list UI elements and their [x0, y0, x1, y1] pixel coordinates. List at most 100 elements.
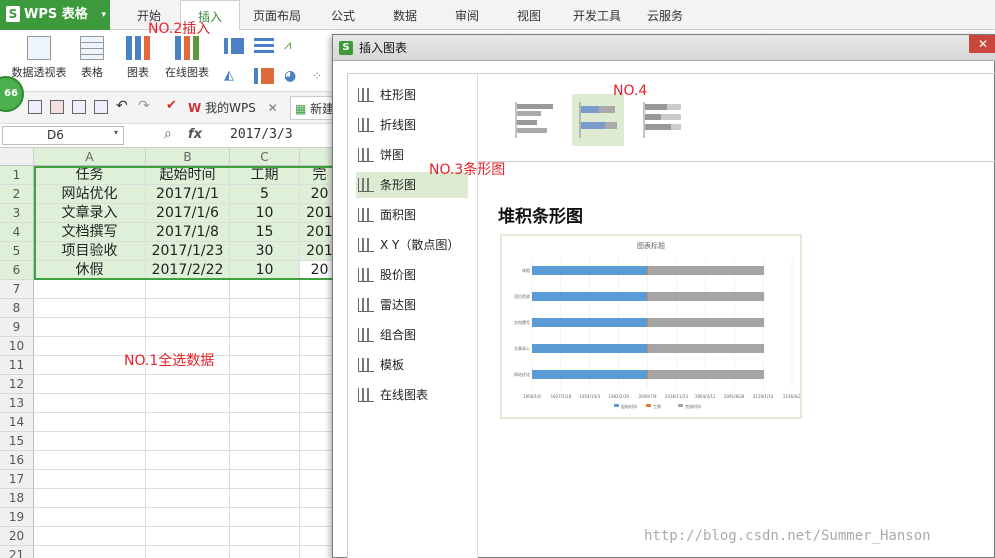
- grid-cell[interactable]: [34, 280, 146, 299]
- menu-view[interactable]: 视图: [506, 0, 552, 30]
- row-header[interactable]: 14: [0, 413, 34, 432]
- row-header[interactable]: 21: [0, 546, 34, 558]
- grid-cell[interactable]: [230, 299, 300, 318]
- area-chart-icon[interactable]: ◭: [224, 68, 244, 84]
- menu-data[interactable]: 数据: [382, 0, 428, 30]
- column-chart-icon[interactable]: [224, 38, 244, 54]
- chart-category-item[interactable]: 在线图表: [356, 382, 468, 408]
- line-chart-icon[interactable]: ⩘: [284, 38, 304, 54]
- menu-page-layout[interactable]: 页面布局: [246, 0, 308, 30]
- grid-cell[interactable]: [230, 489, 300, 508]
- chart-category-item[interactable]: 雷达图: [356, 292, 468, 318]
- menu-formula[interactable]: 公式: [320, 0, 366, 30]
- grid-cell[interactable]: [146, 508, 230, 527]
- grid-cell[interactable]: [230, 280, 300, 299]
- row-header[interactable]: 6: [0, 261, 34, 280]
- chart-category-item[interactable]: 股价图: [356, 262, 468, 288]
- grid-cell[interactable]: [230, 375, 300, 394]
- pdf-icon[interactable]: [50, 100, 64, 114]
- grid-cell[interactable]: [230, 546, 300, 558]
- grid-cell[interactable]: [146, 451, 230, 470]
- grid-cell[interactable]: [230, 432, 300, 451]
- chart-category-item[interactable]: X Y（散点图）: [356, 232, 468, 258]
- pivot-table-button[interactable]: 数据透视表: [8, 36, 70, 80]
- chart-category-item[interactable]: 柱形图: [356, 82, 468, 108]
- grid-cell[interactable]: [230, 508, 300, 527]
- online-chart-button[interactable]: 在线图表: [158, 36, 216, 80]
- menu-review[interactable]: 审阅: [444, 0, 490, 30]
- zoom-icon[interactable]: ⌕: [164, 126, 172, 142]
- name-box-dropdown-icon[interactable]: ▾: [114, 128, 118, 137]
- grid-cell[interactable]: [230, 413, 300, 432]
- bar-chart-icon[interactable]: [254, 38, 274, 54]
- chart-category-item[interactable]: 面积图: [356, 202, 468, 228]
- save-icon[interactable]: [28, 100, 42, 114]
- row-header[interactable]: 17: [0, 470, 34, 489]
- name-box[interactable]: D6: [2, 126, 124, 145]
- chart-category-item[interactable]: 折线图: [356, 112, 468, 138]
- grid-cell[interactable]: [34, 489, 146, 508]
- grid-cell[interactable]: [34, 394, 146, 413]
- row-header[interactable]: 19: [0, 508, 34, 527]
- print-preview-icon[interactable]: [94, 100, 108, 114]
- formula-value[interactable]: 2017/3/3: [230, 127, 293, 142]
- undo-icon[interactable]: ↶: [116, 98, 128, 114]
- grid-cell[interactable]: [146, 527, 230, 546]
- chart-category-item[interactable]: 组合图: [356, 322, 468, 348]
- chart-preview[interactable]: 图表标题 1900/1/0 1927/5/18 1954/10/3 1982/2/19 2…: [500, 234, 802, 419]
- clustered-bar-option[interactable]: [508, 94, 560, 146]
- grid-cell[interactable]: [230, 356, 300, 375]
- grid-cell[interactable]: [34, 375, 146, 394]
- fx-icon[interactable]: fx: [188, 127, 202, 142]
- row-header[interactable]: 3: [0, 204, 34, 223]
- wps-logo-button[interactable]: S WPS 表格 ▾: [0, 0, 110, 30]
- grid-cell[interactable]: [146, 546, 230, 558]
- grid-cell[interactable]: [34, 318, 146, 337]
- row-header[interactable]: 13: [0, 394, 34, 413]
- grid-cell[interactable]: [146, 318, 230, 337]
- row-header[interactable]: 2: [0, 185, 34, 204]
- menu-developer[interactable]: 开发工具: [566, 0, 628, 30]
- print-icon[interactable]: [72, 100, 86, 114]
- pin-icon[interactable]: ✔: [166, 98, 177, 113]
- grid-cell[interactable]: [146, 280, 230, 299]
- row-header[interactable]: 20: [0, 527, 34, 546]
- grid-cell[interactable]: [230, 527, 300, 546]
- grid-cell[interactable]: [230, 394, 300, 413]
- row-header[interactable]: 9: [0, 318, 34, 337]
- chart-category-item[interactable]: 模板: [356, 352, 468, 378]
- close-button[interactable]: ✕: [969, 35, 995, 53]
- percent-stacked-bar-option[interactable]: [636, 94, 688, 146]
- pie-chart-icon[interactable]: ◕: [284, 68, 304, 84]
- grid-cell[interactable]: [34, 413, 146, 432]
- scatter-chart-icon[interactable]: ⁘: [312, 68, 332, 84]
- grid-cell[interactable]: [34, 508, 146, 527]
- row-header[interactable]: 16: [0, 451, 34, 470]
- row-header[interactable]: 11: [0, 356, 34, 375]
- spreadsheet-grid[interactable]: A B C 1 任务 起始时间 工期完 2 网站优化 2017/1/1 5 20 3 文章录入 201…: [0, 148, 340, 558]
- tab-my-wps[interactable]: W 我的WPS ✕: [188, 96, 278, 120]
- menu-cloud[interactable]: 云服务: [640, 0, 690, 30]
- grid-cell[interactable]: [34, 299, 146, 318]
- chart-button[interactable]: 图表: [120, 36, 156, 80]
- row-header[interactable]: 15: [0, 432, 34, 451]
- select-all-corner[interactable]: [0, 148, 34, 166]
- grid-cell[interactable]: [146, 489, 230, 508]
- table-button[interactable]: 表格: [76, 36, 108, 80]
- row-header[interactable]: 5: [0, 242, 34, 261]
- row-header[interactable]: 10: [0, 337, 34, 356]
- grid-cell[interactable]: [230, 337, 300, 356]
- grid-cell[interactable]: [146, 470, 230, 489]
- close-tab-icon[interactable]: ✕: [268, 101, 278, 115]
- stacked-bar-option[interactable]: [572, 94, 624, 146]
- dialog-titlebar[interactable]: S 插入图表 ✕: [333, 35, 995, 61]
- row-header[interactable]: 4: [0, 223, 34, 242]
- grid-cell[interactable]: [34, 451, 146, 470]
- row-header[interactable]: 12: [0, 375, 34, 394]
- grid-cell[interactable]: [34, 546, 146, 558]
- redo-icon[interactable]: ↷: [138, 98, 150, 114]
- column-header[interactable]: B: [146, 148, 230, 166]
- column-header[interactable]: C: [230, 148, 300, 166]
- grid-cell[interactable]: [230, 318, 300, 337]
- grid-cell[interactable]: [146, 375, 230, 394]
